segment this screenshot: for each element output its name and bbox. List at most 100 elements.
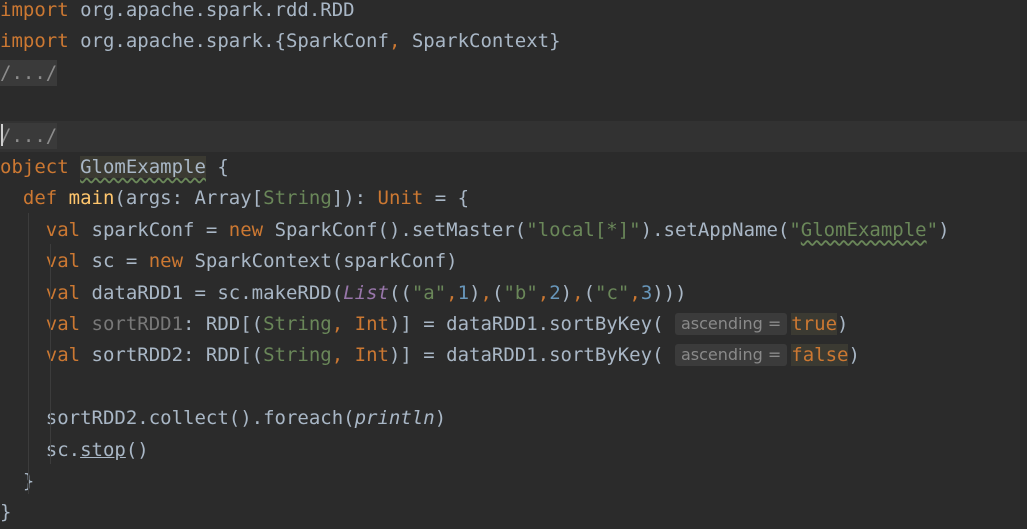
code-token: val	[0, 218, 92, 241]
code-token: : RDD[(	[183, 313, 264, 335]
code-token: )	[434, 407, 447, 430]
code-token: GlomExample	[800, 218, 927, 241]
code-token: String	[263, 344, 332, 367]
code-token: )	[837, 313, 849, 335]
code-token: "b"	[503, 281, 538, 304]
code-token: )] = dataRDD1.sortByKey(	[388, 344, 675, 367]
code-token: false	[791, 344, 849, 367]
code-token: SparkContext}	[400, 30, 561, 53]
code-token: )))	[652, 281, 687, 304]
code-token: }	[0, 501, 12, 524]
indent-guide	[28, 213, 29, 494]
code-line[interactable]: val sparkConf = new SparkConf().setMaste…	[0, 215, 1027, 246]
code-token: ,	[537, 281, 550, 304]
code-token: "	[789, 218, 801, 241]
text-caret	[1, 124, 3, 146]
code-token: org.apache.spark.{SparkConf	[68, 30, 389, 53]
code-token: val	[0, 313, 92, 335]
code-token: sparkConf =	[91, 218, 229, 241]
code-token: List	[343, 281, 389, 304]
code-token: )	[560, 281, 573, 304]
code-token: ,	[331, 344, 355, 367]
code-token: val	[0, 250, 92, 273]
code-token: main	[68, 187, 115, 210]
code-token: SparkContext(sparkConf)	[194, 250, 458, 273]
code-token: true	[791, 313, 838, 335]
code-token: (args: Array[	[114, 187, 264, 210]
code-token: )	[469, 281, 481, 304]
code-line[interactable]: val sortRDD2: RDD[(String, Int)] = dataR…	[0, 340, 1027, 371]
code-token: ()	[125, 438, 149, 461]
code-line[interactable]: object GlomExample {	[0, 152, 1027, 183]
code-line[interactable]	[0, 372, 1027, 403]
code-token: ,	[629, 281, 641, 304]
code-line[interactable]: def main(args: Array[String]): Unit = {	[0, 183, 1027, 214]
code-token: {	[205, 156, 229, 178]
code-token: "local[*]"	[526, 218, 641, 241]
code-token: String	[263, 313, 332, 335]
code-token: SparkConf().setMaster(	[274, 218, 527, 241]
code-line[interactable]: sc.stop()	[0, 435, 1027, 466]
code-token: import	[0, 30, 69, 53]
code-token: object	[0, 156, 81, 178]
code-token: val	[0, 344, 92, 367]
code-token: ]):	[331, 187, 378, 210]
code-token: ,	[572, 281, 584, 304]
code-line[interactable]: import org.apache.spark.{SparkConf, Spar…	[0, 26, 1027, 57]
code-token: GlomExample	[80, 156, 206, 178]
code-line[interactable]: val sc = new SparkContext(sparkConf)	[0, 246, 1027, 277]
code-line[interactable]: }	[0, 497, 1027, 528]
code-token: stop	[80, 438, 126, 461]
code-token: sc.	[0, 438, 81, 461]
code-token: sortRDD2.collect().foreach(	[0, 407, 355, 430]
code-token: }	[0, 470, 35, 492]
code-line[interactable]: import org.apache.spark.rdd.RDD	[0, 0, 1027, 26]
code-token: 3	[640, 281, 653, 304]
code-token: String	[263, 187, 332, 210]
code-token: sortRDD2: RDD[(	[91, 344, 264, 367]
code-token: "c"	[595, 281, 630, 304]
folded-region[interactable]: /.../	[0, 59, 58, 86]
code-token: def	[0, 187, 69, 210]
code-token: ,	[331, 313, 355, 335]
code-line[interactable]: /.../	[0, 58, 1027, 89]
code-token: )] = dataRDD1.sortByKey(	[388, 313, 675, 335]
code-line[interactable]: val sortRDD1: RDD[(String, Int)] = dataR…	[0, 309, 1027, 340]
code-token: Int	[354, 344, 389, 367]
parameter-hint: ascending =	[674, 313, 788, 335]
code-token: val	[0, 281, 92, 304]
code-token: import	[0, 0, 69, 21]
code-token: ,	[388, 30, 401, 53]
folded-region[interactable]: /.../	[0, 122, 58, 149]
parameter-hint: ascending =	[674, 344, 788, 367]
code-token: (	[583, 281, 596, 304]
code-token: Int	[354, 313, 389, 335]
code-token: ,	[446, 281, 458, 304]
code-token: (	[491, 281, 504, 304]
code-token: = {	[423, 187, 470, 210]
code-token: 2	[549, 281, 561, 304]
code-line[interactable]: sortRDD2.collect().foreach(println)	[0, 403, 1027, 434]
code-token: sc =	[91, 250, 149, 273]
code-token: )	[938, 218, 950, 241]
code-token: )	[848, 344, 860, 367]
code-token: 1	[457, 281, 470, 304]
code-editor[interactable]: } } sc.stop() sortRDD2.collect().foreach…	[0, 0, 1027, 529]
code-token: Unit	[377, 187, 424, 210]
code-token: ).setAppName(	[640, 218, 790, 241]
code-line[interactable]: val dataRDD1 = sc.makeRDD(List(("a",1),(…	[0, 278, 1027, 309]
code-token: org.apache.spark.rdd.RDD	[68, 0, 355, 21]
code-line[interactable]: /.../	[0, 120, 1027, 152]
code-token: "a"	[411, 281, 447, 304]
indent-guide-inner	[50, 244, 51, 464]
code-token: ((	[388, 281, 412, 304]
code-token: "	[926, 218, 939, 241]
code-token: new	[148, 250, 195, 273]
code-token: dataRDD1 = sc.makeRDD(	[91, 281, 344, 304]
code-token: new	[228, 218, 275, 241]
code-line[interactable]: }	[0, 466, 1027, 497]
code-token: println	[354, 407, 435, 430]
code-token: ,	[480, 281, 492, 304]
code-token: sortRDD1	[91, 313, 184, 335]
code-line[interactable]	[0, 89, 1027, 120]
